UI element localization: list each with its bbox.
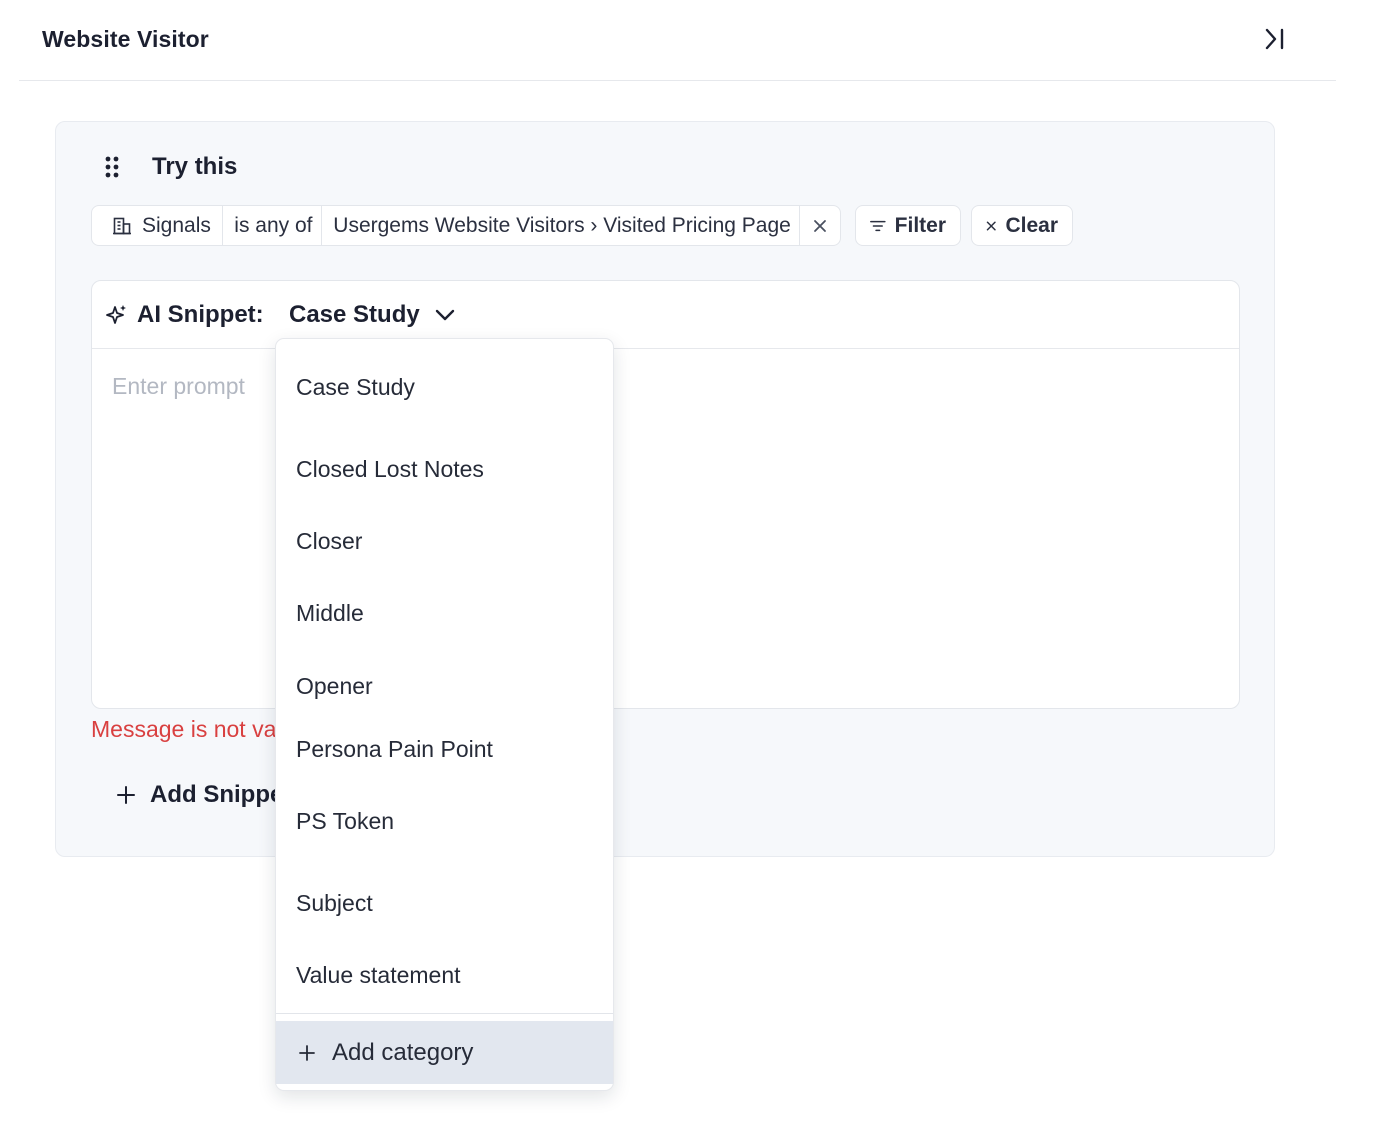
filter-button[interactable]: Filter	[855, 205, 961, 246]
add-category-button[interactable]: Add category	[276, 1021, 613, 1084]
sparkle-icon	[106, 305, 126, 324]
dropdown-item[interactable]: Persona Pain Point	[276, 727, 613, 771]
dropdown-item[interactable]: Middle	[276, 591, 613, 635]
ai-snippet-editor: AI Snippet: Case Study	[91, 280, 1240, 709]
close-icon	[986, 221, 996, 230]
collapse-right-icon	[1265, 28, 1284, 50]
panel-title: Website Visitor	[42, 26, 209, 52]
filter-field-label: Signals	[142, 213, 211, 237]
ai-snippet-label: AI Snippet:	[137, 301, 264, 328]
building-icon	[113, 217, 131, 234]
filter-button-label: Filter	[894, 213, 946, 237]
add-snippet-label: Add Snippet	[150, 781, 292, 808]
page: Website Visitor Try this Signals is any …	[0, 0, 1382, 1136]
dropdown-item[interactable]: Closer	[276, 519, 613, 563]
collapse-panel-button[interactable]	[1259, 22, 1291, 56]
ai-snippet-header: AI Snippet: Case Study	[92, 281, 1239, 349]
selected-category: Case Study	[289, 301, 420, 328]
chevron-down-icon	[435, 309, 454, 321]
filter-operator[interactable]: is any of	[223, 206, 323, 245]
clear-button-label: Clear	[1005, 213, 1058, 237]
add-category-label: Add category	[332, 1038, 474, 1066]
drag-handle-icon[interactable]	[104, 155, 120, 179]
category-select[interactable]: Case Study	[289, 299, 456, 331]
snippet-container: AI Snippet: Case Study	[91, 280, 1240, 749]
dropdown-item[interactable]: Value statement	[276, 953, 613, 997]
filter-icon	[870, 220, 886, 231]
panel-header: Website Visitor	[19, 0, 1336, 81]
close-icon	[814, 219, 827, 232]
step-title: Try this	[152, 153, 238, 180]
plus-icon	[299, 1044, 315, 1061]
dropdown-item[interactable]: Closed Lost Notes	[276, 447, 613, 491]
validation-error: Message is not valid	[91, 716, 300, 742]
remove-filter-button[interactable]	[800, 206, 840, 245]
filter-field[interactable]: Signals	[92, 206, 224, 245]
dropdown-item[interactable]: Subject	[276, 881, 613, 925]
dropdown-item[interactable]: PS Token	[276, 799, 613, 843]
filter-value[interactable]: Usergems Website Visitors › Visited Pric…	[322, 206, 801, 245]
dropdown-divider	[276, 1013, 613, 1014]
clear-button[interactable]: Clear	[971, 205, 1073, 246]
filter-chip[interactable]: Signals is any of Usergems Website Visit…	[91, 205, 841, 246]
dropdown-item[interactable]: Opener	[276, 664, 613, 708]
step-card: Try this Signals is any of Usergems Webs…	[55, 121, 1275, 857]
dropdown-item[interactable]: Case Study	[276, 365, 613, 409]
plus-icon	[117, 786, 135, 804]
category-dropdown-menu: Case Study Closed Lost Notes Closer Midd…	[275, 338, 614, 1091]
add-snippet-button[interactable]: Add Snippet	[116, 781, 291, 809]
